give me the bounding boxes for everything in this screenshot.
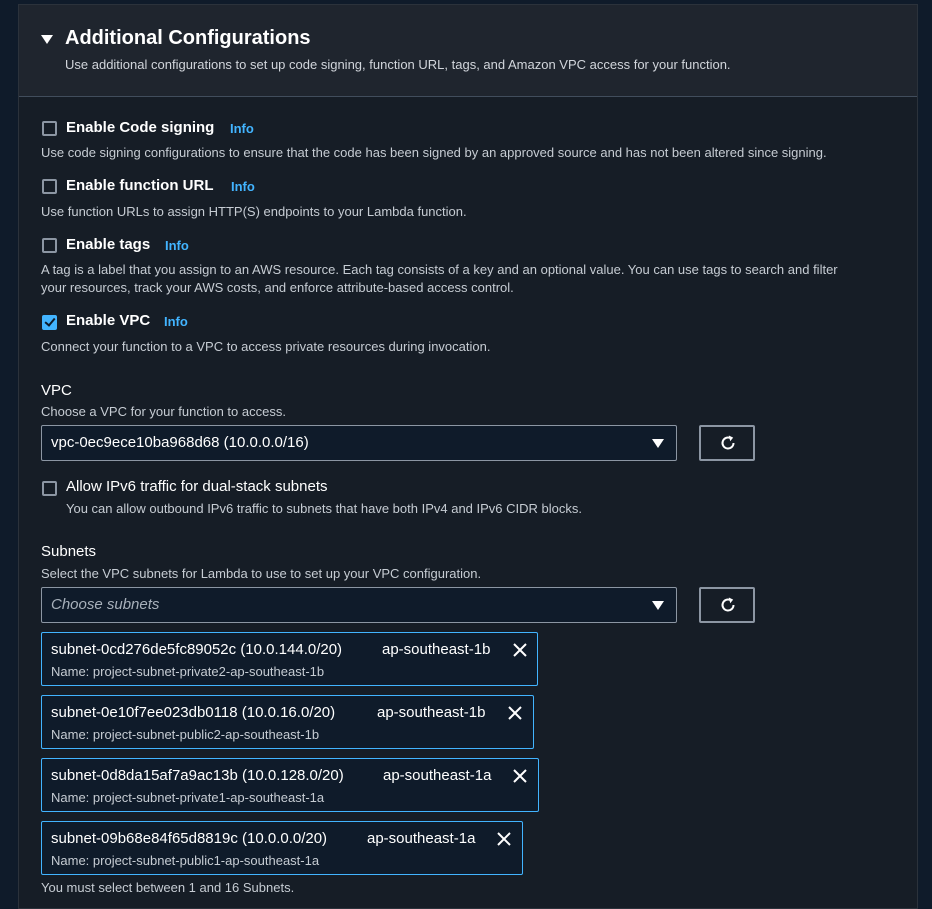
subnet-token-az: ap-southeast-1a bbox=[383, 767, 492, 784]
subnets-refresh-button[interactable] bbox=[699, 587, 755, 623]
page-gutter-left bbox=[0, 0, 18, 909]
ipv6-label[interactable]: Allow IPv6 traffic for dual-stack subnet… bbox=[66, 478, 328, 495]
tags-label[interactable]: Enable tags bbox=[66, 236, 150, 253]
subnet-token-name: Name: project-subnet-public1-ap-southeas… bbox=[51, 853, 320, 868]
close-icon[interactable] bbox=[512, 768, 528, 784]
caret-down-icon bbox=[652, 601, 664, 610]
subnets-select[interactable]: Choose subnets bbox=[41, 587, 677, 623]
refresh-icon bbox=[721, 597, 735, 612]
subnet-token-id: subnet-0cd276de5fc89052c (10.0.144.0/20) bbox=[51, 641, 343, 658]
page-gutter-right bbox=[918, 0, 932, 909]
subnet-token-az: ap-southeast-1b bbox=[377, 704, 486, 721]
caret-down-icon bbox=[652, 439, 664, 448]
code-signing-info-link[interactable]: Info bbox=[230, 121, 254, 136]
subnet-token-az: ap-southeast-1b bbox=[382, 641, 491, 658]
close-icon[interactable] bbox=[496, 831, 512, 847]
code-signing-description: Use code signing configurations to ensur… bbox=[41, 145, 827, 160]
additional-configurations-panel: Additional Configurations Use additional… bbox=[18, 4, 918, 909]
vpc-refresh-button[interactable] bbox=[699, 425, 755, 461]
tags-description-line1: A tag is a label that you assign to an A… bbox=[41, 262, 838, 277]
close-icon[interactable] bbox=[512, 642, 528, 658]
subnet-token: subnet-0e10f7ee023db0118 (10.0.16.0/20) … bbox=[41, 695, 534, 749]
ipv6-description: You can allow outbound IPv6 traffic to s… bbox=[66, 501, 582, 516]
tags-checkbox[interactable] bbox=[42, 238, 57, 253]
close-icon[interactable] bbox=[507, 705, 523, 721]
section-description: Use additional configurations to set up … bbox=[65, 57, 731, 72]
vpc-enable-label[interactable]: Enable VPC bbox=[66, 312, 150, 329]
subnet-token-name: Name: project-subnet-public2-ap-southeas… bbox=[51, 727, 320, 742]
vpc-info-link[interactable]: Info bbox=[164, 314, 188, 329]
code-signing-label[interactable]: Enable Code signing bbox=[66, 119, 214, 136]
tags-info-link[interactable]: Info bbox=[165, 238, 189, 253]
refresh-icon bbox=[721, 435, 735, 450]
subnet-token: subnet-0cd276de5fc89052c (10.0.144.0/20)… bbox=[41, 632, 538, 686]
function-url-info-link[interactable]: Info bbox=[231, 179, 255, 194]
subnets-field-description: Select the VPC subnets for Lambda to use… bbox=[41, 566, 482, 581]
vpc-select-value: vpc-0ec9ece10ba968d68 (10.0.0.0/16) bbox=[51, 434, 309, 451]
vpc-select[interactable]: vpc-0ec9ece10ba968d68 (10.0.0.0/16) bbox=[41, 425, 677, 461]
subnets-field-label: Subnets bbox=[41, 543, 97, 560]
ipv6-checkbox[interactable] bbox=[42, 481, 57, 496]
function-url-label[interactable]: Enable function URL bbox=[66, 177, 214, 194]
code-signing-checkbox[interactable] bbox=[42, 121, 57, 136]
panel-header[interactable]: Additional Configurations Use additional… bbox=[19, 5, 917, 97]
tags-description-line2: your resources, track your AWS costs, an… bbox=[41, 280, 514, 295]
vpc-checkbox[interactable] bbox=[42, 315, 57, 330]
vpc-enable-description: Connect your function to a VPC to access… bbox=[41, 339, 491, 354]
function-url-description: Use function URLs to assign HTTP(S) endp… bbox=[41, 204, 467, 219]
function-url-checkbox[interactable] bbox=[42, 179, 57, 194]
subnet-token-id: subnet-09b68e84f65d8819c (10.0.0.0/20) bbox=[51, 830, 328, 847]
subnet-token-az: ap-southeast-1a bbox=[367, 830, 476, 847]
subnet-token-name: Name: project-subnet-private2-ap-southea… bbox=[51, 664, 325, 679]
subnets-select-placeholder: Choose subnets bbox=[51, 596, 160, 613]
vpc-field-label: VPC bbox=[41, 382, 72, 399]
subnet-token: subnet-0d8da15af7a9ac13b (10.0.128.0/20)… bbox=[41, 758, 539, 812]
subnet-token-id: subnet-0d8da15af7a9ac13b (10.0.128.0/20) bbox=[51, 767, 344, 784]
subnets-constraint-note: You must select between 1 and 16 Subnets… bbox=[41, 880, 295, 895]
caret-down-icon[interactable] bbox=[41, 35, 53, 44]
vpc-field-description: Choose a VPC for your function to access… bbox=[41, 404, 286, 419]
subnet-token: subnet-09b68e84f65d8819c (10.0.0.0/20) a… bbox=[41, 821, 523, 875]
subnet-token-id: subnet-0e10f7ee023db0118 (10.0.16.0/20) bbox=[51, 704, 336, 721]
section-title: Additional Configurations bbox=[65, 27, 311, 49]
subnet-token-name: Name: project-subnet-private1-ap-southea… bbox=[51, 790, 325, 805]
